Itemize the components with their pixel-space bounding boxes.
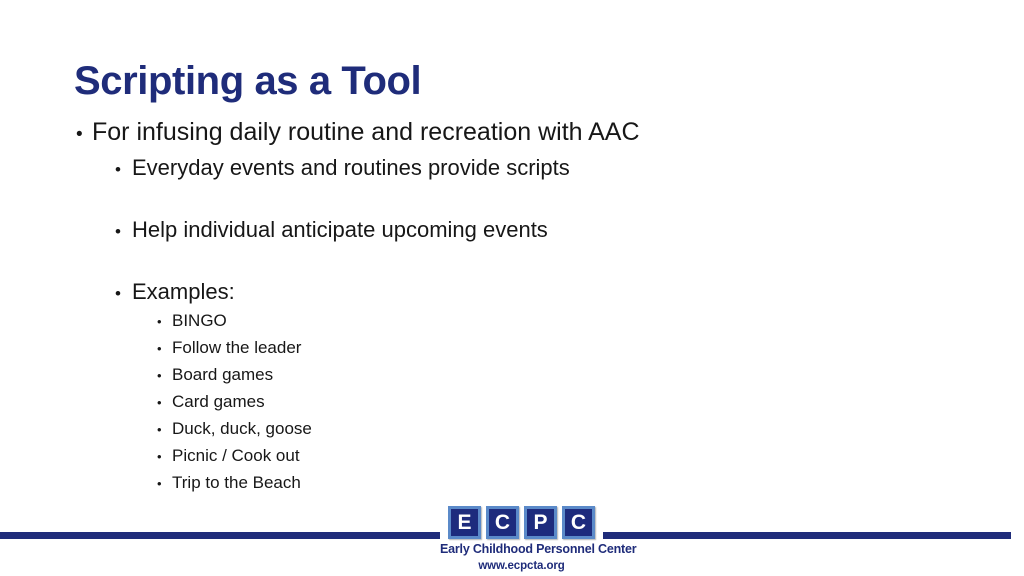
outline-spacer xyxy=(0,246,1024,277)
bullet-marker-icon: • xyxy=(157,314,162,329)
outline-item-level3: • Card games xyxy=(0,389,1024,416)
footer-divider-right xyxy=(600,532,1011,539)
slide-body-outline: • For infusing daily routine and recreat… xyxy=(0,116,1024,497)
ecpc-logo-letter: C xyxy=(489,509,516,536)
outline-item-level3: • Board games xyxy=(0,362,1024,389)
outline-item-level3: • Trip to the Beach xyxy=(0,470,1024,497)
outline-spacer xyxy=(0,184,1024,215)
outline-item-text: Follow the leader xyxy=(172,338,302,357)
bullet-marker-icon: • xyxy=(157,449,162,464)
ecpc-logo-letter: C xyxy=(565,509,592,536)
bullet-marker-icon: • xyxy=(157,395,162,410)
bullet-marker-icon: • xyxy=(157,341,162,356)
ecpc-logo-tiles: E C P C xyxy=(440,503,603,539)
outline-item-text: Trip to the Beach xyxy=(172,473,301,492)
outline-item-level3: • BINGO xyxy=(0,308,1024,335)
bullet-marker-icon: • xyxy=(157,476,162,491)
outline-item-text: Board games xyxy=(172,365,274,384)
bullet-marker-icon: • xyxy=(157,368,162,383)
ecpc-logo-tile-c2: C xyxy=(562,506,595,539)
outline-item-text: Examples: xyxy=(132,279,235,304)
bullet-marker-icon: • xyxy=(76,124,83,145)
outline-item-text: Help individual anticipate upcoming even… xyxy=(132,217,548,242)
bullet-marker-icon: • xyxy=(115,222,121,241)
ecpc-logo: E C P C Early Childhood Personnel Center… xyxy=(440,503,637,573)
outline-item-level2: • Help individual anticipate upcoming ev… xyxy=(0,215,1024,246)
outline-item-level2: • Everyday events and routines provide s… xyxy=(0,153,1024,184)
ecpc-logo-letter: E xyxy=(451,509,478,536)
outline-item-level3: • Picnic / Cook out xyxy=(0,443,1024,470)
bullet-marker-icon: • xyxy=(115,160,121,179)
outline-item-text: Duck, duck, goose xyxy=(172,419,312,438)
outline-item-level3: • Duck, duck, goose xyxy=(0,416,1024,443)
footer-divider-left xyxy=(0,532,452,539)
ecpc-logo-letter: P xyxy=(527,509,554,536)
bullet-marker-icon: • xyxy=(115,284,121,303)
page-title: Scripting as a Tool xyxy=(74,59,422,103)
outline-item-level2: • Examples: xyxy=(0,277,1024,308)
outline-item-level3: • Follow the leader xyxy=(0,335,1024,362)
outline-item-text: Picnic / Cook out xyxy=(172,446,300,465)
ecpc-logo-tile-p: P xyxy=(524,506,557,539)
outline-item-level1: • For infusing daily routine and recreat… xyxy=(0,116,1024,151)
outline-item-text: Card games xyxy=(172,392,265,411)
ecpc-logo-url[interactable]: www.ecpcta.org xyxy=(440,559,603,573)
outline-item-text: Everyday events and routines provide scr… xyxy=(132,155,570,180)
outline-item-text: For infusing daily routine and recreatio… xyxy=(92,118,640,146)
bullet-marker-icon: • xyxy=(157,422,162,437)
ecpc-logo-tile-e: E xyxy=(448,506,481,539)
ecpc-logo-tile-c1: C xyxy=(486,506,519,539)
outline-item-text: BINGO xyxy=(172,311,227,330)
slide-canvas: Scripting as a Tool • For infusing daily… xyxy=(0,0,1024,576)
ecpc-logo-name: Early Childhood Personnel Center xyxy=(440,542,637,556)
